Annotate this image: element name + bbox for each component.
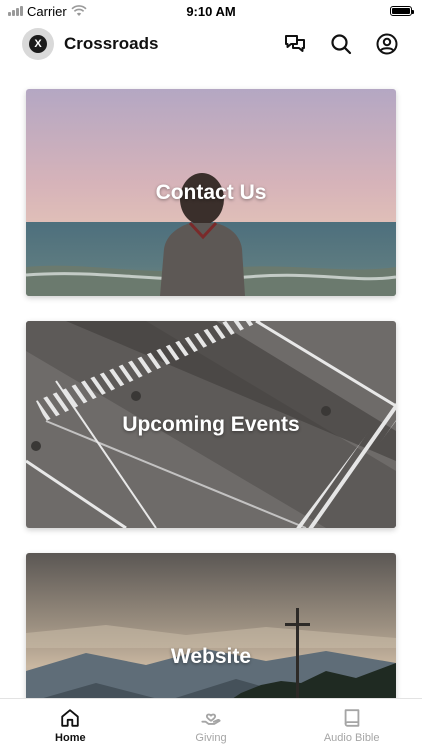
tab-label-giving: Giving [195,731,227,744]
account-icon [376,33,398,55]
card-upcoming-events[interactable]: Upcoming Events [26,321,396,528]
wifi-icon [71,5,87,16]
chat-button[interactable] [282,31,308,57]
card-title-website: Website [170,644,252,668]
card-title-contact-us: Contact Us [155,180,267,204]
carrier-label: Carrier [27,3,67,19]
card-website[interactable]: Website [26,553,396,698]
battery-icon [390,6,414,16]
content-feed[interactable]: Contact Us Upcoming Events Website [0,66,422,698]
header-actions [282,31,400,57]
giving-icon [201,713,221,725]
app-logo: X [22,28,54,60]
logo-glyph: X [29,35,47,53]
tab-audio-bible[interactable]: Audio Bible [281,699,422,751]
tab-label-home: Home [55,731,86,744]
tab-giving[interactable]: Giving [141,699,282,751]
account-button[interactable] [374,31,400,57]
search-button[interactable] [328,31,354,57]
tab-bar: Home Giving Audio Bible [0,698,422,751]
tab-label-audio-bible: Audio Bible [323,731,380,744]
app-header: X Crossroads [0,22,422,66]
book-icon [344,708,360,727]
website-card-image [26,553,396,698]
signal-icon [8,6,23,16]
app-title: Crossroads [64,34,159,53]
card-title-upcoming-events: Upcoming Events [122,412,300,436]
home-icon [61,708,80,727]
tab-home[interactable]: Home [0,699,141,751]
search-icon [331,34,352,55]
status-bar: Carrier 9:10 AM [0,0,422,22]
carrier-info: Carrier [0,4,87,19]
card-contact-us[interactable]: Contact Us [26,89,396,296]
chat-icon [285,35,305,52]
